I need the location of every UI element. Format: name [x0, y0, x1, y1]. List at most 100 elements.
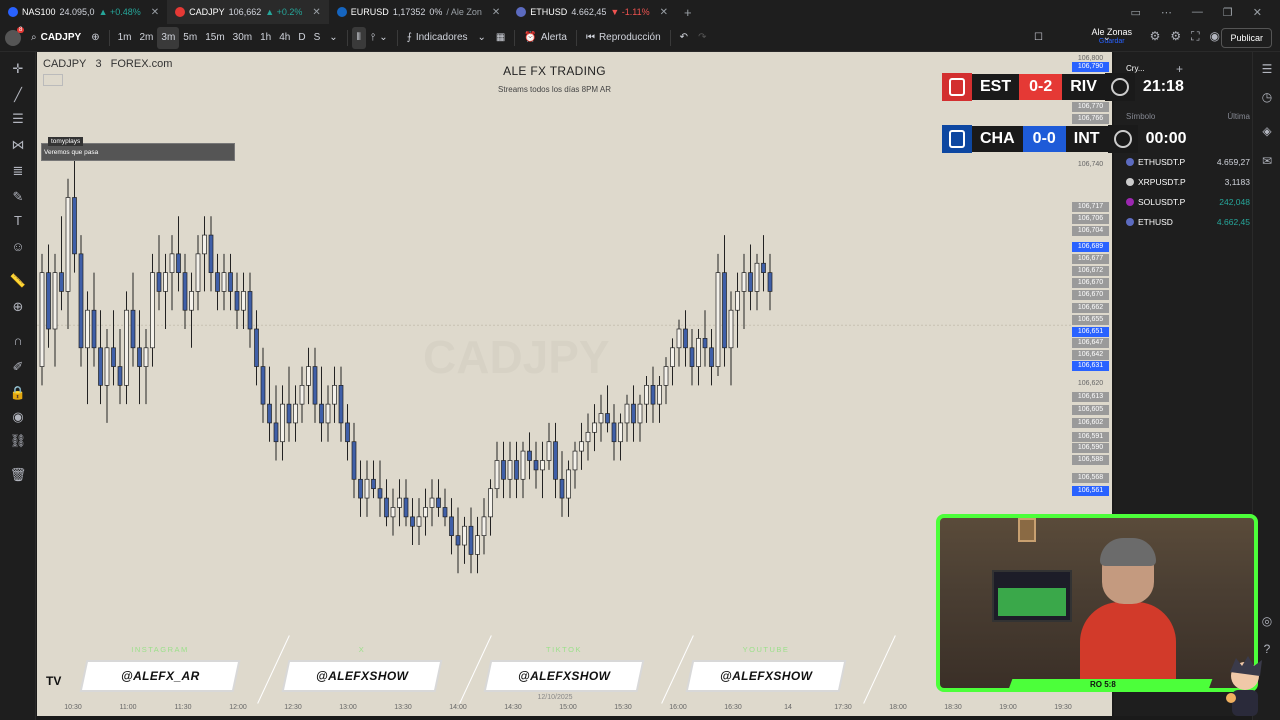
- social-handle: @ALEFXSHOW: [315, 669, 409, 683]
- minimize-icon[interactable]: —: [1192, 6, 1203, 18]
- interval-30m[interactable]: 30m: [229, 27, 256, 49]
- layout-icon[interactable]: ▭: [1131, 6, 1141, 19]
- alert-button[interactable]: ⏰ Alerta: [519, 27, 572, 49]
- lock-icon[interactable]: 🔒: [9, 384, 27, 402]
- time-axis[interactable]: 10:30 11:00 11:30 12:00 12:30 13:00 13:30 14:00…: [37, 694, 1112, 716]
- candle: [481, 498, 487, 555]
- interval-3m[interactable]: 3m: [157, 26, 180, 49]
- candle: [728, 291, 734, 386]
- trash-icon[interactable]: 🗑: [9, 466, 27, 484]
- close-icon[interactable]: ✕: [312, 7, 320, 18]
- emoji-icon[interactable]: ☺: [9, 238, 27, 256]
- interval-d[interactable]: D: [294, 27, 309, 49]
- text-icon[interactable]: T: [9, 212, 27, 230]
- candle: [286, 366, 292, 442]
- watchlist-row[interactable]: XRPUSDT.P 3,1183: [1126, 174, 1250, 190]
- watchlist-row[interactable]: ETHUSDT.P 4.659,27: [1126, 154, 1250, 170]
- webcam-overlay: [936, 514, 1258, 692]
- tab-ethusd[interactable]: ETHUSD 4.662,45 ▼ -1.11% ✕: [508, 0, 676, 24]
- time-tick: 14:30: [504, 704, 522, 711]
- pattern-icon[interactable]: ⋈: [9, 136, 27, 154]
- undo-button[interactable]: ↶: [675, 27, 693, 49]
- interval-2m[interactable]: 2m: [135, 27, 157, 49]
- watchlist-row[interactable]: SOLUSDT.P 242,048: [1126, 194, 1250, 210]
- interval-1h[interactable]: 1h: [256, 27, 275, 49]
- layout-chevron[interactable]: ⌄: [1098, 27, 1116, 49]
- interval-5m[interactable]: 5m: [179, 27, 201, 49]
- watchlist-row[interactable]: ETHUSD 4.662,45: [1126, 214, 1250, 230]
- indicators-button[interactable]: ⨍ Indicadores ⌄: [402, 27, 491, 49]
- trendline-icon[interactable]: ╱: [9, 86, 27, 104]
- tab-nas100[interactable]: NAS100 24.095,0 ▲ +0.48% ✕: [0, 0, 167, 24]
- watchlist-last: 3,1183: [1224, 177, 1250, 187]
- interval-15m[interactable]: 15m: [201, 27, 228, 49]
- horizontal-lines-icon[interactable]: ☰: [9, 110, 27, 128]
- social-handle: @ALEFXSHOW: [719, 669, 813, 683]
- fullscreen-icon[interactable]: ⛶: [1191, 29, 1199, 44]
- maximize-icon[interactable]: ❐: [1223, 6, 1233, 19]
- interval-1m[interactable]: 1m: [114, 27, 136, 49]
- brush-icon[interactable]: ✎: [9, 188, 27, 206]
- avatar[interactable]: 8: [0, 26, 26, 49]
- templates-button[interactable]: ▦: [491, 27, 510, 49]
- clock-icon[interactable]: ◷: [1258, 88, 1276, 106]
- candle: [39, 253, 45, 386]
- publish-button[interactable]: Publicar: [1221, 28, 1272, 48]
- plus-circle-icon: ⊕: [91, 32, 100, 43]
- crosshair-icon[interactable]: ✛: [9, 60, 27, 78]
- candle: [514, 441, 519, 499]
- candle: [637, 394, 643, 442]
- bar-type-button[interactable]: ⫯ ⌄: [366, 27, 393, 49]
- price-label: 106,770: [1072, 102, 1109, 112]
- zoom-icon[interactable]: ⊕: [9, 298, 27, 316]
- settings-icon[interactable]: ⚙: [1150, 29, 1161, 44]
- chat-icon[interactable]: ✉: [1258, 152, 1276, 170]
- close-icon[interactable]: ✕: [492, 7, 500, 18]
- magnet-icon[interactable]: ∩: [9, 332, 27, 350]
- interval-s[interactable]: S: [310, 27, 325, 49]
- eye-icon[interactable]: ◉: [9, 408, 27, 426]
- candle: [449, 498, 454, 555]
- ruler-icon[interactable]: 📏: [9, 272, 27, 290]
- interval-dropdown[interactable]: ⌄: [324, 27, 342, 49]
- symbol-icon: [175, 7, 186, 17]
- date-label: 12/10/2025: [537, 694, 573, 701]
- candle: [585, 413, 591, 461]
- fib-icon[interactable]: ≣: [9, 162, 27, 180]
- link-icon[interactable]: ⛓: [9, 432, 27, 450]
- close-icon[interactable]: ✕: [660, 7, 668, 18]
- watchlist-name[interactable]: Cry...: [1126, 64, 1145, 73]
- camera-icon[interactable]: ◉: [1210, 29, 1220, 44]
- layers-icon[interactable]: ◈: [1258, 122, 1276, 140]
- tab-eurusd[interactable]: EURUSD 1,17352 0% / Ale Zon ✕: [329, 0, 509, 24]
- toolbar-right-icons: ⚙ ⚙ ⛶ ◉: [1150, 29, 1220, 44]
- replay-button[interactable]: ⏮ Reproducción: [581, 27, 666, 49]
- candle: [715, 253, 721, 376]
- social-handle-pill: @ALEFXSHOW: [486, 662, 642, 690]
- price-label: 106,588: [1072, 455, 1109, 465]
- compare-button[interactable]: ⊕: [86, 27, 104, 49]
- tab-cadjpy[interactable]: CADJPY 106,662 ▲ +0.2% ✕: [167, 0, 329, 24]
- score-overlay: CHA 0-0 INT 00:00: [942, 125, 1195, 153]
- gear-icon[interactable]: ⚙: [1170, 29, 1181, 44]
- symbol-search[interactable]: ⌕ CADJPY: [26, 27, 86, 49]
- watchlist-icon[interactable]: ☰: [1258, 60, 1276, 78]
- time-tick: 16:00: [669, 704, 687, 711]
- pencil-lock-icon[interactable]: ✐: [9, 358, 27, 376]
- target-icon[interactable]: ◎: [1258, 612, 1276, 630]
- team-crest-icon: [1104, 73, 1135, 101]
- close-window-icon[interactable]: ✕: [1253, 6, 1262, 19]
- time-tick: 18:00: [889, 704, 907, 711]
- candle: [436, 479, 441, 517]
- tab-change: ▲ +0.2%: [265, 7, 303, 17]
- redo-button[interactable]: ↷: [693, 27, 711, 49]
- close-icon[interactable]: ✕: [151, 7, 159, 18]
- price-label: 106,672: [1072, 266, 1109, 276]
- candles-type-button[interactable]: ⫴: [351, 26, 366, 49]
- more-icon[interactable]: ⋯: [1161, 6, 1172, 19]
- interval-4h[interactable]: 4h: [275, 27, 294, 49]
- header-last: Última: [1227, 112, 1250, 121]
- layout-button[interactable]: ☐: [1029, 27, 1048, 49]
- candle: [429, 479, 435, 527]
- new-tab-icon[interactable]: +: [676, 5, 700, 20]
